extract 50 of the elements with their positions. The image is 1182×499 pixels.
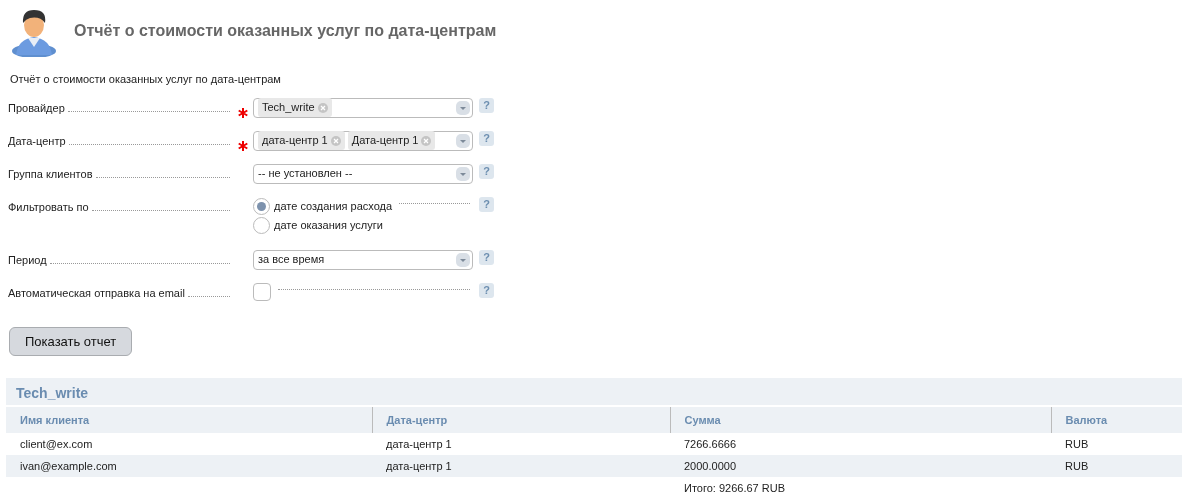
select-field[interactable]: -- не установлен -- <box>253 163 473 184</box>
remove-icon[interactable] <box>317 102 328 113</box>
tag-label: Tech_write <box>262 100 315 116</box>
help-button[interactable]: ? <box>479 249 494 265</box>
radio-label: дате создания расхода <box>274 198 393 214</box>
table-cell: дата-центр 1 <box>372 433 670 455</box>
field-label: Дата-центр <box>8 134 66 149</box>
field-label: Провайдер <box>8 101 65 116</box>
remove-icon[interactable] <box>421 135 432 146</box>
tag-label: Дата-центр 1 <box>351 133 419 149</box>
dropdown-caret-icon[interactable] <box>456 166 470 181</box>
table-cell: дата-центр 1 <box>372 455 670 477</box>
field-label: Фильтровать по <box>8 200 89 215</box>
checkbox[interactable] <box>253 283 271 301</box>
column-header: Сумма <box>670 407 1051 433</box>
table-cell: 2000.0000 <box>670 455 1051 477</box>
field-label: Период <box>8 253 47 268</box>
table-cell: RUB <box>1051 455 1182 477</box>
total-text: Итого: 9266.67 RUB <box>670 477 1051 497</box>
dropdown-caret-icon[interactable] <box>456 252 470 267</box>
select-value: за все время <box>258 252 325 268</box>
form-title: Отчёт о стоимости оказанных услуг по дата-центрам <box>9 72 282 87</box>
column-header: Валюта <box>1051 407 1182 433</box>
remove-icon[interactable] <box>330 135 341 146</box>
report-title: Tech_write <box>6 378 1182 405</box>
help-button[interactable]: ? <box>479 196 494 212</box>
radio-button[interactable] <box>253 216 270 234</box>
tag-select[interactable]: дата-центр 1 Дата-центр 1 <box>253 130 473 151</box>
tag-label: дата-центр 1 <box>262 133 328 149</box>
select-field[interactable]: за все время <box>253 249 473 270</box>
help-button[interactable]: ? <box>479 163 494 179</box>
table-cell: RUB <box>1051 433 1182 455</box>
page-title: Отчёт о стоимости оказанных услуг по дата-центрам <box>74 21 497 41</box>
help-button[interactable]: ? <box>479 282 494 298</box>
table-cell: ivan@example.com <box>6 455 372 477</box>
dropdown-caret-icon[interactable] <box>456 133 470 148</box>
column-header: Дата-центр <box>372 407 670 433</box>
show-report-button[interactable]: Показать отчет <box>9 326 133 356</box>
tag-select[interactable]: Tech_write <box>253 97 473 118</box>
help-button[interactable]: ? <box>479 97 494 113</box>
field-label: Автоматическая отправка на email <box>8 286 185 301</box>
table-cell: client@ex.com <box>6 433 372 455</box>
dropdown-caret-icon[interactable] <box>456 100 470 115</box>
radio-button[interactable] <box>253 197 270 215</box>
select-value: -- не установлен -- <box>258 166 353 182</box>
field-label: Группа клиентов <box>8 167 93 182</box>
table-cell: 7266.6666 <box>670 433 1051 455</box>
help-button[interactable]: ? <box>479 130 494 146</box>
radio-label: дате оказания услуги <box>274 217 383 233</box>
column-header: Имя клиента <box>6 407 372 433</box>
